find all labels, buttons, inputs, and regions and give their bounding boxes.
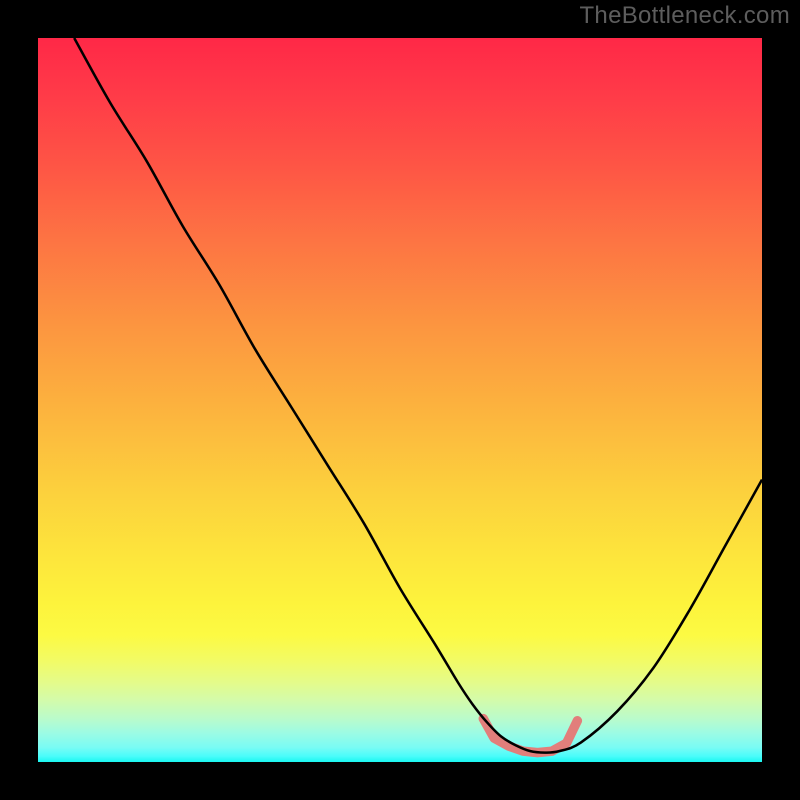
chart-stage: TheBottleneck.com <box>0 0 800 800</box>
plot-area <box>38 38 762 762</box>
chart-svg <box>38 38 762 762</box>
watermark-text: TheBottleneck.com <box>579 2 790 30</box>
sweet-spot-marker <box>483 719 577 753</box>
bottleneck-curve <box>74 38 762 753</box>
